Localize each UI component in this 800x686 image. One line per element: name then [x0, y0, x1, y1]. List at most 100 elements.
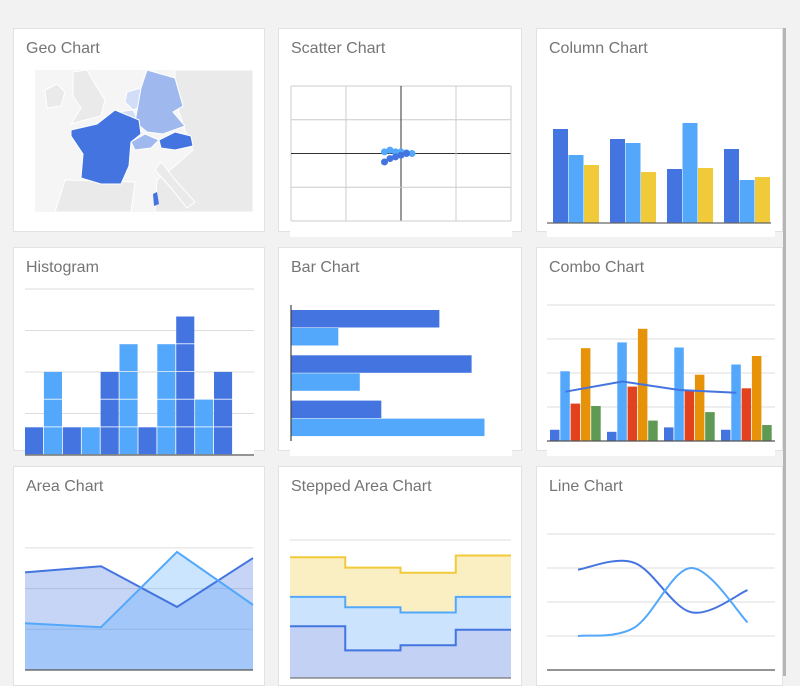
histogram-block: [100, 399, 119, 427]
combo-bar: [570, 403, 581, 441]
histogram-block: [195, 399, 214, 427]
card-title: Line Chart: [549, 478, 623, 495]
column-bar: [568, 155, 584, 223]
card-scatter-chart[interactable]: Scatter Chart: [278, 28, 522, 237]
combo-plot-area: [547, 304, 775, 456]
column-bar: [610, 139, 625, 223]
bar-rect: [291, 418, 485, 437]
combo-bar: [684, 390, 695, 441]
histogram-block: [214, 371, 233, 399]
histogram-block: [100, 371, 119, 399]
histogram-block: [119, 399, 138, 427]
histogram-block: [176, 344, 195, 372]
scrollbar[interactable]: [783, 28, 786, 676]
combo-bar: [617, 342, 627, 441]
card-title: Scatter Chart: [291, 40, 386, 57]
histogram-block: [176, 399, 195, 427]
column-bar: [698, 168, 713, 223]
histogram-block: [119, 371, 138, 399]
histogram-block: [195, 427, 214, 455]
histogram-block: [43, 371, 62, 399]
card-title: Column Chart: [549, 40, 648, 57]
combo-bar: [560, 371, 570, 441]
geo-map-svg: [35, 69, 254, 213]
combo-bar: [721, 429, 731, 441]
line-series: [577, 559, 748, 614]
combo-bar: [751, 356, 762, 441]
combo-bar: [705, 412, 715, 441]
histogram-block: [157, 344, 176, 372]
area-plot-svg: [24, 547, 254, 671]
card-geo-chart[interactable]: Geo Chart: [13, 28, 265, 232]
column-bar: [553, 129, 568, 223]
histogram-block: [100, 427, 119, 455]
combo-bar: [648, 420, 658, 441]
card-line-chart[interactable]: Line Chart: [536, 466, 783, 686]
stepped-plot-area: [290, 524, 512, 684]
stepped-plot-svg: [290, 539, 511, 679]
histogram-block: [176, 316, 195, 344]
card-stepped-area-chart[interactable]: Stepped Area Chart: [278, 466, 522, 686]
combo-bar: [731, 364, 741, 441]
histogram-plot-svg: [25, 288, 254, 456]
column-bar: [724, 149, 739, 223]
column-bar: [641, 172, 656, 223]
column-bar: [584, 165, 599, 223]
combo-bar: [591, 405, 601, 441]
geo-map: [35, 69, 254, 213]
card-area-chart[interactable]: Area Chart: [13, 466, 265, 686]
combo-bar: [694, 374, 705, 441]
histogram-block: [157, 399, 176, 427]
card-title: Combo Chart: [549, 259, 645, 276]
combo-line: [565, 380, 737, 394]
histogram-block: [119, 427, 138, 455]
scatter-plot-area: [290, 85, 512, 237]
column-plot-area: [547, 86, 775, 237]
combo-plot-svg: [547, 304, 775, 442]
card-title: Area Chart: [26, 478, 104, 495]
area-plot-area: [24, 524, 254, 684]
histogram-block: [62, 427, 81, 455]
card-combo-chart[interactable]: Combo Chart: [536, 247, 783, 456]
column-bar: [625, 143, 641, 223]
combo-bar: [674, 347, 684, 441]
card-title: Stepped Area Chart: [291, 478, 432, 495]
histogram-block: [43, 427, 62, 455]
bar-rect: [291, 373, 360, 391]
combo-bar: [741, 388, 752, 441]
scatter-point: [403, 150, 410, 157]
combo-bar: [664, 427, 674, 441]
line-plot-svg: [547, 533, 775, 671]
card-title: Bar Chart: [291, 259, 360, 276]
histogram-block: [157, 371, 176, 399]
card-title: Histogram: [26, 259, 99, 276]
histogram-block: [176, 427, 195, 455]
histogram-block: [214, 427, 233, 455]
bar-rect: [291, 400, 382, 419]
bar-rect: [291, 310, 440, 328]
histogram-block: [176, 371, 195, 399]
column-bar: [667, 169, 682, 223]
card-column-chart[interactable]: Column Chart: [536, 28, 783, 237]
histogram-block: [138, 427, 157, 455]
column-bar: [682, 123, 698, 223]
card-histogram[interactable]: Histogram: [13, 247, 265, 456]
card-bar-chart[interactable]: Bar Chart: [278, 247, 522, 456]
scatter-plot-svg: [290, 85, 512, 222]
combo-bar: [627, 386, 638, 441]
histogram-block: [43, 399, 62, 427]
line-plot-area: [547, 524, 775, 684]
histogram-block: [81, 427, 100, 455]
column-bar: [739, 180, 755, 223]
histogram-block: [157, 427, 176, 455]
bar-rect: [291, 328, 339, 346]
card-title: Geo Chart: [26, 40, 100, 57]
bar-plot-svg: [290, 305, 485, 441]
combo-bar: [762, 425, 772, 441]
column-plot-svg: [547, 123, 771, 224]
histogram-block: [25, 427, 44, 455]
combo-bar: [550, 429, 560, 441]
bar-rect: [291, 355, 472, 373]
column-bar: [755, 177, 770, 223]
histogram-block: [119, 344, 138, 372]
